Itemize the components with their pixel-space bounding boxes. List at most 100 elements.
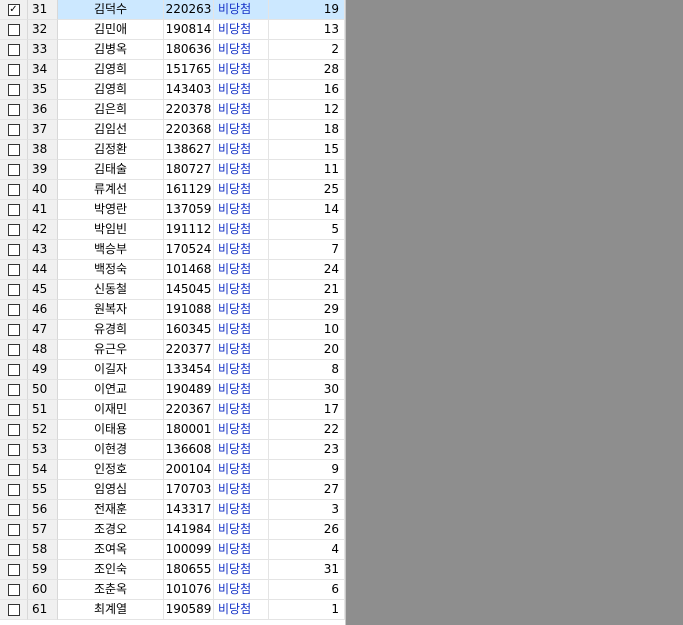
code-cell[interactable]: 137059 <box>164 200 214 220</box>
row-number[interactable]: 51 <box>28 400 58 420</box>
row-check-cell[interactable] <box>0 440 28 460</box>
row-check-cell[interactable] <box>0 220 28 240</box>
table-row[interactable]: 52 이태용 180001 비당첨 22 <box>0 420 345 440</box>
count-cell[interactable]: 24 <box>269 260 345 280</box>
row-check-cell[interactable] <box>0 580 28 600</box>
row-check-cell[interactable] <box>0 600 28 620</box>
row-number[interactable]: 34 <box>28 60 58 80</box>
name-cell[interactable]: 김영희 <box>58 60 164 80</box>
count-cell[interactable]: 7 <box>269 240 345 260</box>
status-cell[interactable]: 비당첨 <box>214 380 269 400</box>
code-cell[interactable]: 101076 <box>164 580 214 600</box>
code-cell[interactable]: 145045 <box>164 280 214 300</box>
name-cell[interactable]: 유근우 <box>58 340 164 360</box>
row-number[interactable]: 46 <box>28 300 58 320</box>
table-row[interactable]: 48 유근우 220377 비당첨 20 <box>0 340 345 360</box>
count-cell[interactable]: 9 <box>269 460 345 480</box>
status-cell[interactable]: 비당첨 <box>214 500 269 520</box>
table-row[interactable]: 43 백승부 170524 비당첨 7 <box>0 240 345 260</box>
count-cell[interactable]: 8 <box>269 360 345 380</box>
count-cell[interactable]: 14 <box>269 200 345 220</box>
name-cell[interactable]: 최계열 <box>58 600 164 620</box>
name-cell[interactable]: 김덕수 <box>58 0 164 20</box>
status-cell[interactable]: 비당첨 <box>214 600 269 620</box>
table-row[interactable]: 47 유경희 160345 비당첨 10 <box>0 320 345 340</box>
row-number[interactable]: 48 <box>28 340 58 360</box>
status-cell[interactable]: 비당첨 <box>214 40 269 60</box>
table-row[interactable]: 46 원복자 191088 비당첨 29 <box>0 300 345 320</box>
status-cell[interactable]: 비당첨 <box>214 320 269 340</box>
count-cell[interactable]: 15 <box>269 140 345 160</box>
row-check-cell[interactable] <box>0 420 28 440</box>
code-cell[interactable]: 180655 <box>164 560 214 580</box>
checkbox[interactable] <box>7 423 20 436</box>
code-cell[interactable]: 220377 <box>164 340 214 360</box>
name-cell[interactable]: 이재민 <box>58 400 164 420</box>
row-check-cell[interactable] <box>0 280 28 300</box>
name-cell[interactable]: 류계선 <box>58 180 164 200</box>
table-row[interactable]: 38 김정환 138627 비당첨 15 <box>0 140 345 160</box>
code-cell[interactable]: 136608 <box>164 440 214 460</box>
row-number[interactable]: 47 <box>28 320 58 340</box>
table-row[interactable]: 61 최계열 190589 비당첨 1 <box>0 600 345 620</box>
code-cell[interactable]: 180727 <box>164 160 214 180</box>
row-number[interactable]: 39 <box>28 160 58 180</box>
name-cell[interactable]: 조여옥 <box>58 540 164 560</box>
count-cell[interactable]: 29 <box>269 300 345 320</box>
status-cell[interactable]: 비당첨 <box>214 80 269 100</box>
code-cell[interactable]: 190589 <box>164 600 214 620</box>
count-cell[interactable]: 2 <box>269 40 345 60</box>
row-number[interactable]: 41 <box>28 200 58 220</box>
checkbox[interactable] <box>7 243 20 256</box>
row-check-cell[interactable] <box>0 100 28 120</box>
checkbox[interactable] <box>7 23 20 36</box>
count-cell[interactable]: 30 <box>269 380 345 400</box>
name-cell[interactable]: 전재훈 <box>58 500 164 520</box>
count-cell[interactable]: 10 <box>269 320 345 340</box>
checkbox[interactable] <box>7 283 20 296</box>
name-cell[interactable]: 김정환 <box>58 140 164 160</box>
checkbox[interactable] <box>7 163 20 176</box>
row-number[interactable]: 42 <box>28 220 58 240</box>
table-row[interactable]: 35 김영희 143403 비당첨 16 <box>0 80 345 100</box>
status-cell[interactable]: 비당첨 <box>214 0 269 20</box>
checkbox[interactable] <box>7 43 20 56</box>
status-cell[interactable]: 비당첨 <box>214 440 269 460</box>
table-row[interactable]: 36 김은희 220378 비당첨 12 <box>0 100 345 120</box>
table-row[interactable]: 55 임영심 170703 비당첨 27 <box>0 480 345 500</box>
row-check-cell[interactable] <box>0 120 28 140</box>
row-check-cell[interactable] <box>0 560 28 580</box>
status-cell[interactable]: 비당첨 <box>214 240 269 260</box>
code-cell[interactable]: 161129 <box>164 180 214 200</box>
count-cell[interactable]: 1 <box>269 600 345 620</box>
row-number[interactable]: 37 <box>28 120 58 140</box>
table-row[interactable]: 41 박영란 137059 비당첨 14 <box>0 200 345 220</box>
name-cell[interactable]: 임영심 <box>58 480 164 500</box>
row-number[interactable]: 33 <box>28 40 58 60</box>
checkbox[interactable] <box>7 383 20 396</box>
table-row[interactable]: 45 신동철 145045 비당첨 21 <box>0 280 345 300</box>
name-cell[interactable]: 백승부 <box>58 240 164 260</box>
count-cell[interactable]: 25 <box>269 180 345 200</box>
row-check-cell[interactable]: ✓ <box>0 0 28 20</box>
checkbox[interactable] <box>7 523 20 536</box>
row-check-cell[interactable] <box>0 20 28 40</box>
row-number[interactable]: 31 <box>28 0 58 20</box>
name-cell[interactable]: 유경희 <box>58 320 164 340</box>
status-cell[interactable]: 비당첨 <box>214 520 269 540</box>
row-check-cell[interactable] <box>0 80 28 100</box>
table-row[interactable]: 40 류계선 161129 비당첨 25 <box>0 180 345 200</box>
table-row[interactable]: 53 이현경 136608 비당첨 23 <box>0 440 345 460</box>
row-number[interactable]: 43 <box>28 240 58 260</box>
row-number[interactable]: 60 <box>28 580 58 600</box>
name-cell[interactable]: 이현경 <box>58 440 164 460</box>
checkbox[interactable] <box>7 583 20 596</box>
status-cell[interactable]: 비당첨 <box>214 160 269 180</box>
name-cell[interactable]: 조경오 <box>58 520 164 540</box>
status-cell[interactable]: 비당첨 <box>214 580 269 600</box>
checkbox[interactable] <box>7 203 20 216</box>
row-number[interactable]: 36 <box>28 100 58 120</box>
checkbox[interactable] <box>7 323 20 336</box>
count-cell[interactable]: 21 <box>269 280 345 300</box>
code-cell[interactable]: 100099 <box>164 540 214 560</box>
